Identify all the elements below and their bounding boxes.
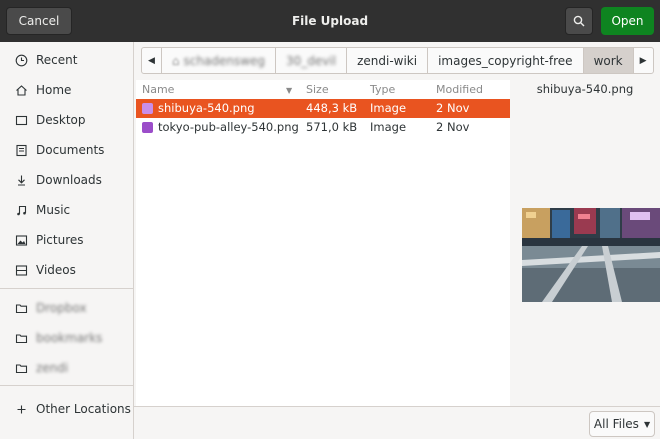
- chevron-down-icon: ▼: [643, 419, 651, 429]
- sidebar-bookmark[interactable]: bookmarks: [0, 324, 133, 352]
- sidebar-item-music[interactable]: Music: [0, 196, 133, 224]
- video-icon: [14, 263, 28, 277]
- path-bar: ◀ ⌂ schadensweg 30_devil zendi-wiki imag…: [141, 47, 654, 74]
- preview-pane: shibuya-540.png: [510, 80, 660, 406]
- column-header-type[interactable]: Type: [370, 83, 395, 96]
- sidebar-item-label: Pictures: [36, 233, 84, 247]
- file-modified: 2 Nov: [436, 120, 470, 134]
- file-type: Image: [370, 120, 407, 134]
- download-icon: [14, 173, 28, 187]
- places-sidebar: Recent Home Desktop Documents Downloads …: [0, 42, 134, 439]
- plus-icon: [14, 402, 28, 416]
- chevron-right-icon: ▶: [639, 55, 647, 66]
- sidebar-divider: [0, 288, 133, 289]
- column-header-row: Name ▼ Size Type Modified: [136, 80, 510, 100]
- sidebar-item-label: Other Locations: [36, 402, 131, 416]
- file-size: 448,3 kB: [306, 101, 358, 115]
- sidebar-item-documents[interactable]: Documents: [0, 136, 133, 164]
- sort-down-icon: ▼: [286, 86, 293, 95]
- picture-icon: [14, 233, 28, 247]
- column-header-name[interactable]: Name: [142, 83, 174, 96]
- desktop-icon: [14, 113, 28, 127]
- column-header-size[interactable]: Size: [306, 83, 329, 96]
- sidebar-item-label: Dropbox: [36, 301, 87, 315]
- table-row[interactable]: shibuya-540.png 448,3 kB Image 2 Nov: [136, 99, 510, 118]
- file-name: shibuya-540.png: [158, 101, 255, 115]
- sidebar-item-pictures[interactable]: Pictures: [0, 226, 133, 254]
- folder-icon: [14, 301, 28, 315]
- home-icon: [14, 83, 28, 97]
- table-row[interactable]: tokyo-pub-alley-540.png 571,0 kB Image 2…: [136, 118, 510, 137]
- sidebar-item-label: zendi: [36, 361, 69, 375]
- path-crumb[interactable]: zendi-wiki: [347, 48, 429, 73]
- sidebar-item-home[interactable]: Home: [0, 76, 133, 104]
- sidebar-item-label: Home: [36, 83, 72, 97]
- preview-thumbnail: [522, 208, 660, 302]
- dialog-title: File Upload: [291, 14, 369, 28]
- cancel-button[interactable]: Cancel: [6, 7, 72, 35]
- preview-filename: shibuya-540.png: [536, 82, 634, 96]
- path-scroll-right-button[interactable]: ▶: [634, 48, 653, 73]
- home-icon: ⌂: [171, 53, 180, 68]
- folder-icon: [14, 331, 28, 345]
- sidebar-item-other-locations[interactable]: Other Locations: [0, 395, 133, 423]
- sidebar-item-label: Music: [36, 203, 71, 217]
- path-crumb-active[interactable]: work: [583, 48, 634, 73]
- sidebar-item-label: Desktop: [36, 113, 86, 127]
- sidebar-item-label: Downloads: [36, 173, 102, 187]
- sidebar-item-desktop[interactable]: Desktop: [0, 106, 133, 134]
- open-button[interactable]: Open: [601, 7, 654, 35]
- file-filter-dropdown[interactable]: All Files ▼: [589, 411, 655, 437]
- document-icon: [14, 143, 28, 157]
- folder-icon: [14, 361, 28, 375]
- chevron-left-icon: ◀: [148, 55, 155, 66]
- music-icon: [14, 203, 28, 217]
- sidebar-item-recent[interactable]: Recent: [0, 46, 133, 74]
- sidebar-item-label: Documents: [36, 143, 105, 157]
- clock-icon: [14, 53, 28, 67]
- sidebar-item-label: Videos: [36, 263, 76, 277]
- file-modified: 2 Nov: [436, 101, 470, 115]
- file-list: Name ▼ Size Type Modified shibuya-540.pn…: [136, 80, 510, 406]
- path-crumb[interactable]: ⌂ schadensweg: [162, 48, 277, 73]
- sidebar-item-label: bookmarks: [36, 331, 103, 345]
- header-bar: Cancel File Upload Open: [0, 0, 660, 42]
- column-header-modified[interactable]: Modified: [436, 83, 483, 96]
- sidebar-item-videos[interactable]: Videos: [0, 256, 133, 284]
- sidebar-bookmark[interactable]: zendi: [0, 354, 133, 382]
- file-type: Image: [370, 101, 407, 115]
- sidebar-item-downloads[interactable]: Downloads: [0, 166, 133, 194]
- image-file-icon: [142, 103, 153, 114]
- path-crumb[interactable]: 30_devil: [276, 48, 348, 73]
- sidebar-bookmark[interactable]: Dropbox: [0, 294, 133, 322]
- sidebar-divider: [0, 385, 133, 386]
- bottom-bar: All Files ▼: [134, 406, 660, 439]
- city-photo-image: [522, 208, 660, 302]
- search-button[interactable]: [565, 7, 593, 35]
- path-crumb[interactable]: images_copyright-free: [428, 48, 584, 73]
- file-size: 571,0 kB: [306, 120, 358, 134]
- file-name: tokyo-pub-alley-540.png: [158, 120, 299, 134]
- image-file-icon: [142, 122, 153, 133]
- sidebar-item-label: Recent: [36, 53, 78, 67]
- path-scroll-left-button[interactable]: ◀: [142, 48, 162, 73]
- search-icon: [573, 15, 585, 27]
